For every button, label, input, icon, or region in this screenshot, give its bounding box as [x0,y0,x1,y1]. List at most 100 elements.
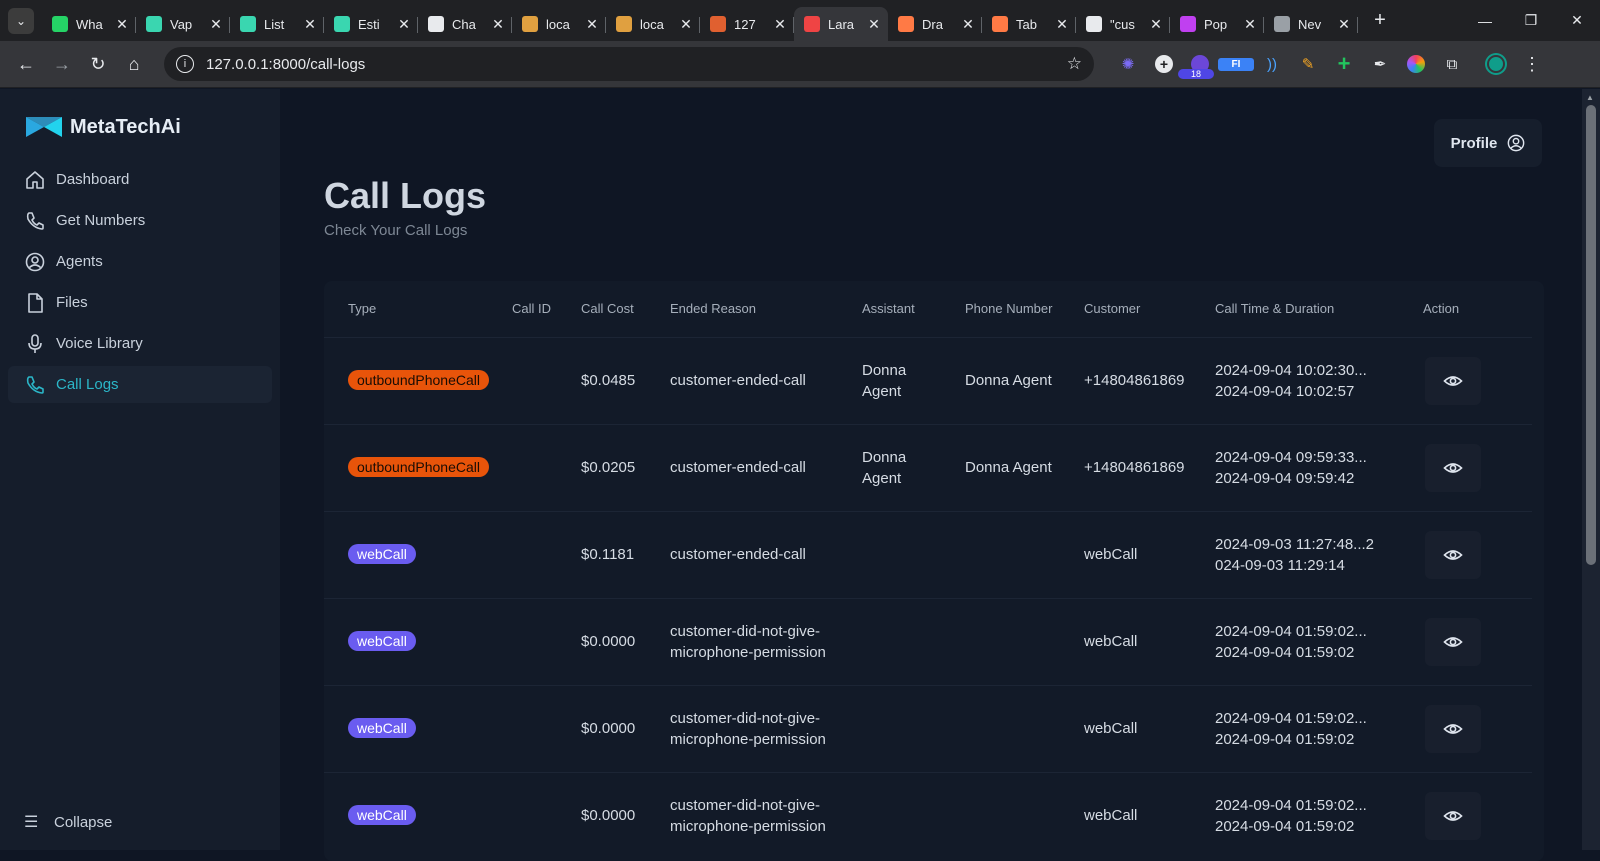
cell-action [1415,510,1532,598]
main-content: Profile Call Logs Check Your Call Logs T… [280,89,1600,861]
collapse-button[interactable]: ☰ Collapse [24,812,112,832]
browser-tab[interactable]: 127 ✕ [700,7,794,41]
column-header: Assistant [862,301,915,317]
view-call-button[interactable] [1425,704,1481,753]
chatgpt-icon [428,16,444,32]
tab-search-button[interactable]: ⌄ [8,7,34,34]
cell-assistant: Donna Agent [854,423,957,511]
tab-close-icon[interactable]: ✕ [208,16,224,33]
sidebar-item-files[interactable]: Files [8,284,272,321]
tab-close-icon[interactable]: ✕ [490,16,506,33]
menu-lines-icon: ☰ [24,814,39,831]
cell-reason: customer-did-not-give-microphone-permiss… [662,771,854,859]
extension-fi-icon[interactable]: FI [1218,57,1254,71]
browser-tab[interactable]: Wha ✕ [42,7,136,41]
browser-tab[interactable]: "cus ✕ [1076,7,1170,41]
cell-cost: $0.1181 [573,510,662,598]
cost-text: $0.0205 [581,459,636,476]
extension-badge: 18 [1178,69,1214,79]
view-call-button[interactable] [1425,443,1481,492]
browser-tab[interactable]: Tab ✕ [982,7,1076,41]
sidebar-item-voice-library[interactable]: Voice Library [8,325,272,362]
browser-tab[interactable]: Pop ✕ [1170,7,1264,41]
browser-menu-icon[interactable]: ⋮ [1514,54,1550,75]
tab-close-icon[interactable]: ✕ [584,16,600,33]
tab-close-icon[interactable]: ✕ [1148,16,1164,33]
profile-button[interactable]: Profile [1434,119,1542,167]
view-call-button[interactable] [1425,617,1481,666]
sidebar-item-agents[interactable]: Agents [8,243,272,280]
cell-type: outboundPhoneCall [324,423,504,511]
profile-avatar-icon[interactable] [1478,55,1514,73]
browser-tab[interactable]: loca ✕ [512,7,606,41]
reason-text: customer-ended-call [670,372,806,389]
page-scrollbar[interactable]: ▲ [1582,89,1600,850]
browser-tab[interactable]: List ✕ [230,7,324,41]
call-logs-table: Type Call ID Call Cost Ended Reason Assistan… [324,281,1532,859]
tab-close-icon[interactable]: ✕ [302,16,318,33]
cell-cost: $0.0000 [573,597,662,685]
browser-tab[interactable]: Dra ✕ [888,7,982,41]
browser-tab[interactable]: Vap ✕ [136,7,230,41]
tab-close-icon[interactable]: ✕ [772,16,788,33]
sidebar-item-get-numbers[interactable]: Get Numbers [8,202,272,239]
v-icon [334,16,350,32]
tab-close-icon[interactable]: ✕ [678,16,694,33]
extension-eyedropper-icon[interactable]: ✒ [1362,55,1398,73]
view-call-button[interactable] [1425,791,1481,840]
time-text: 2024-09-04 01:59:02...2024-09-04 01:59:0… [1215,622,1367,661]
cost-text: $0.0000 [581,633,636,650]
tab-separator [1357,17,1358,33]
extension-color-wheel-icon[interactable] [1398,55,1434,73]
bookmark-star-icon[interactable]: ☆ [1067,54,1082,74]
reload-button[interactable]: ↻ [80,46,116,82]
sidebar: MetaTechAi Dashboard Get Numbers Agents Fil… [0,89,280,850]
sidebar-item-dashboard[interactable]: Dashboard [8,161,272,198]
user-circle-icon [1507,134,1525,152]
address-bar[interactable]: i 127.0.0.1:8000/call-logs ☆ [164,47,1094,81]
minimize-button[interactable]: — [1462,0,1508,41]
scroll-up-arrow-icon[interactable]: ▲ [1586,93,1594,102]
brand-logo[interactable]: MetaTechAi [8,111,272,143]
view-call-button[interactable] [1425,530,1481,579]
tab-title: Pop [1204,16,1228,32]
restore-button[interactable]: ❐ [1508,0,1554,41]
tab-close-icon[interactable]: ✕ [396,16,412,33]
tab-close-icon[interactable]: ✕ [866,16,882,33]
forward-button[interactable]: → [44,46,80,82]
url-text: 127.0.0.1:8000/call-logs [206,55,366,73]
v-icon [146,16,162,32]
sidebar-item-label: Dashboard [56,171,130,188]
page-subtitle: Check Your Call Logs [324,222,468,239]
extension-gear-icon[interactable]: ✺ [1110,55,1146,73]
scrollbar-thumb[interactable] [1586,105,1596,565]
tab-close-icon[interactable]: ✕ [960,16,976,33]
new-tab-button[interactable]: + [1368,9,1392,32]
close-window-button[interactable]: ✕ [1554,0,1600,41]
extension-plus-circle-icon[interactable]: + [1146,55,1182,73]
site-info-icon[interactable]: i [176,55,194,73]
tab-close-icon[interactable]: ✕ [1054,16,1070,33]
assistant-text: Donna Agent [862,448,907,487]
browser-tab[interactable]: Lara ✕ [794,7,888,41]
extension-cloud-icon[interactable]: 18 [1178,55,1218,79]
home-button[interactable]: ⌂ [116,46,152,82]
table-body: outboundPhoneCall $0.0485 customer-ended-c… [324,336,1532,859]
back-button[interactable]: ← [8,46,44,82]
extension-green-plus-icon[interactable]: + [1326,51,1362,77]
eye-icon [1443,549,1463,560]
view-call-button[interactable] [1425,356,1481,405]
tab-close-icon[interactable]: ✕ [1242,16,1258,33]
browser-tab[interactable]: Esti ✕ [324,7,418,41]
extensions-puzzle-icon[interactable]: ⧉ [1434,56,1470,73]
browser-tab[interactable]: Nev ✕ [1264,7,1358,41]
tab-close-icon[interactable]: ✕ [1336,16,1352,33]
extension-pen-icon[interactable]: ✎ [1290,55,1326,73]
extension-signal-icon[interactable]: )) [1254,56,1290,73]
tab-close-icon[interactable]: ✕ [114,16,130,33]
cell-cost: $0.0000 [573,771,662,859]
sidebar-item-call-logs[interactable]: Call Logs [8,366,272,403]
browser-tab[interactable]: loca ✕ [606,7,700,41]
browser-tab[interactable]: Cha ✕ [418,7,512,41]
cell-call-id [504,684,573,772]
